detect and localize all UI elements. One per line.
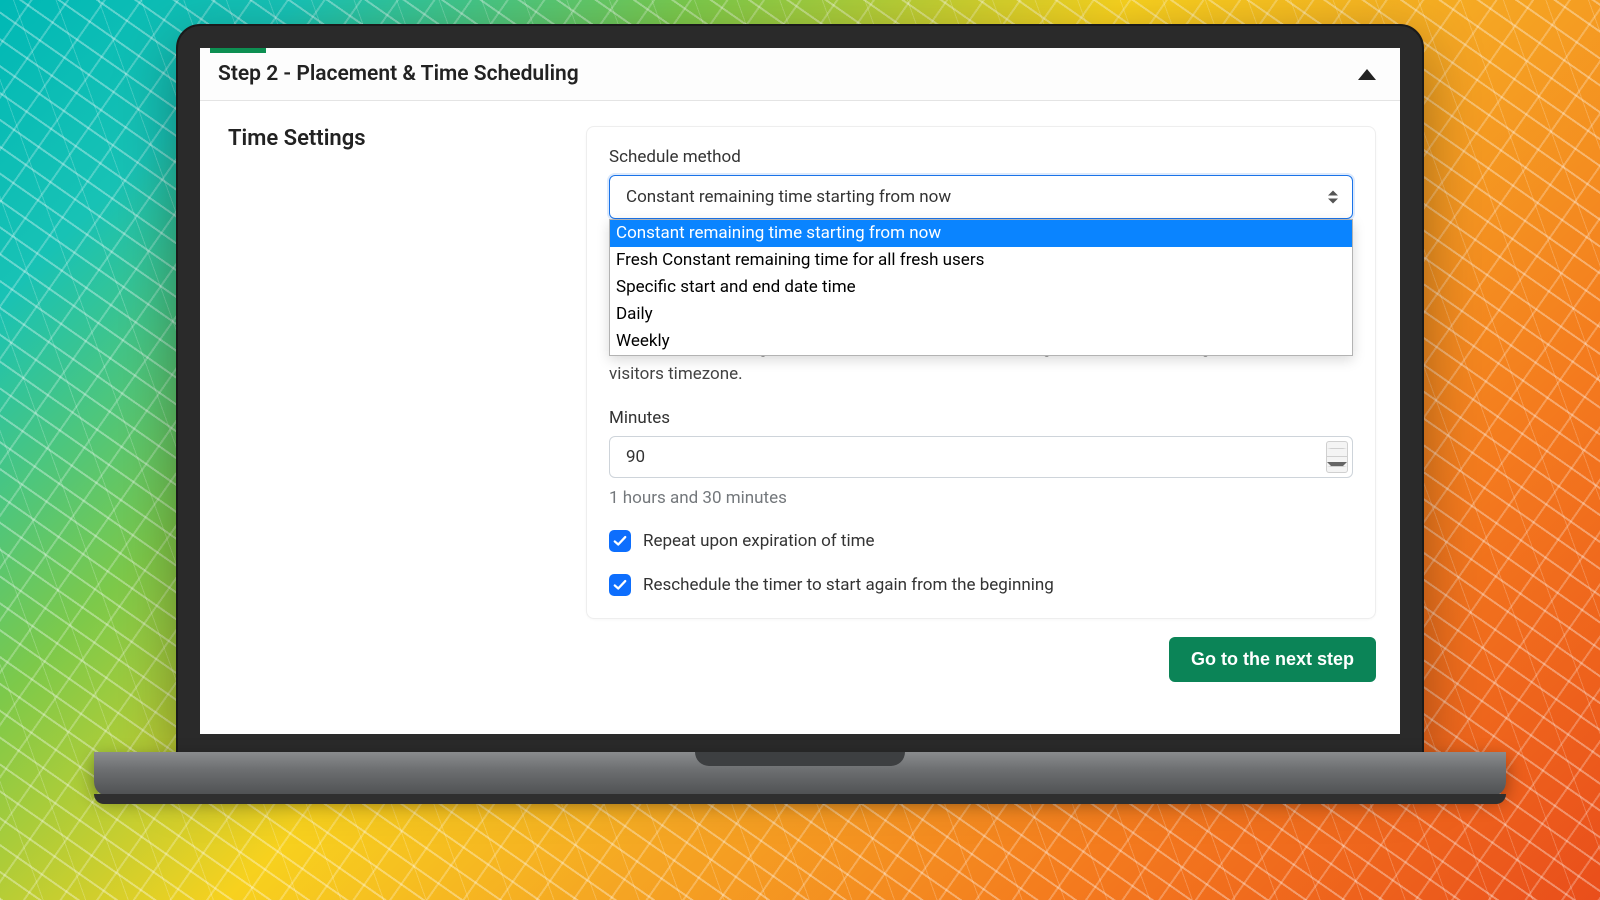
time-settings-card: Schedule method Constant remaining time … (586, 126, 1376, 619)
repeat-label: Repeat upon expiration of time (643, 531, 875, 551)
schedule-method-label: Schedule method (609, 147, 1353, 167)
active-tab-indicator (210, 48, 266, 53)
laptop-foot (94, 794, 1506, 804)
repeat-checkbox[interactable] (609, 530, 631, 552)
minutes-input[interactable]: 90 (609, 436, 1353, 478)
schedule-method-select[interactable]: Constant remaining time starting from no… (609, 175, 1353, 219)
laptop-notch (695, 752, 905, 766)
settings-section-label-column: Time Settings (224, 126, 554, 712)
reschedule-checkbox[interactable] (609, 574, 631, 596)
dropdown-option[interactable]: Specific start and end date time (610, 274, 1352, 301)
number-spinner[interactable] (1326, 441, 1348, 473)
minutes-label: Minutes (609, 408, 1353, 428)
spinner-down-icon[interactable] (1327, 457, 1347, 472)
schedule-method-selected-value: Constant remaining time starting from no… (626, 187, 951, 207)
dropdown-option[interactable]: Fresh Constant remaining time for all fr… (610, 247, 1352, 274)
panel-header[interactable]: Step 2 - Placement & Time Scheduling (200, 48, 1400, 101)
reschedule-label: Reschedule the timer to start again from… (643, 575, 1054, 595)
go-to-next-step-button[interactable]: Go to the next step (1169, 637, 1376, 682)
minutes-value: 90 (626, 447, 645, 467)
spinner-up-icon[interactable] (1327, 442, 1347, 458)
check-icon (613, 534, 627, 548)
repeat-checkbox-row[interactable]: Repeat upon expiration of time (609, 530, 1353, 552)
dropdown-option[interactable]: Weekly (610, 328, 1352, 355)
settings-form-column: Schedule method Constant remaining time … (586, 126, 1376, 712)
check-icon (613, 578, 627, 592)
collapse-caret-icon[interactable] (1358, 69, 1376, 80)
app-screen: Step 2 - Placement & Time Scheduling Tim… (200, 48, 1400, 734)
panel-title: Step 2 - Placement & Time Scheduling (218, 62, 579, 86)
dropdown-option[interactable]: Constant remaining time starting from no… (610, 220, 1352, 247)
reschedule-checkbox-row[interactable]: Reschedule the timer to start again from… (609, 574, 1353, 596)
panel-body: Time Settings Schedule method Constant r… (200, 104, 1400, 734)
schedule-method-dropdown[interactable]: Constant remaining time starting from no… (609, 219, 1353, 356)
laptop-frame: Step 2 - Placement & Time Scheduling Tim… (176, 24, 1424, 816)
select-caret-icon (1328, 191, 1338, 204)
screen-bezel: Step 2 - Placement & Time Scheduling Tim… (176, 24, 1424, 758)
dropdown-option[interactable]: Daily (610, 301, 1352, 328)
minutes-hint: 1 hours and 30 minutes (609, 488, 1353, 508)
section-title: Time Settings (228, 126, 554, 151)
